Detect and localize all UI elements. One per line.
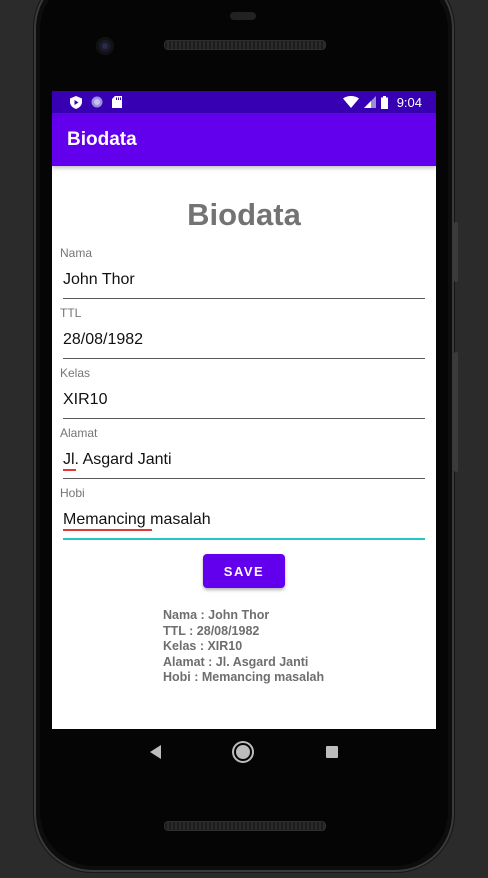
hobi-field: Hobi bbox=[60, 486, 428, 546]
output-hobi: Hobi : Memancing masalah bbox=[163, 670, 325, 684]
nav-bar bbox=[52, 729, 436, 775]
ttl-field: TTL bbox=[60, 306, 428, 366]
alamat-field: Alamat bbox=[60, 426, 428, 486]
shield-play-icon bbox=[70, 95, 82, 109]
app-bar: Biodata bbox=[52, 113, 436, 166]
volume-button bbox=[454, 222, 458, 282]
recents-icon[interactable] bbox=[326, 746, 339, 758]
page-title: Biodata bbox=[187, 197, 301, 232]
kelas-field: Kelas bbox=[60, 366, 428, 426]
output-alamat: Alamat : Jl. Asgard Janti bbox=[163, 654, 309, 669]
app-screen: 9:04 Biodata Biodata Nama TTL Kelas Alam… bbox=[52, 91, 436, 729]
signal-icon bbox=[363, 96, 376, 108]
spellcheck-underline bbox=[63, 529, 152, 531]
circle-icon bbox=[91, 96, 103, 108]
wifi-icon bbox=[342, 96, 359, 108]
alamat-input[interactable] bbox=[63, 444, 425, 479]
alamat-label: Alamat bbox=[60, 426, 98, 440]
power-button bbox=[454, 352, 458, 472]
home-icon[interactable] bbox=[236, 745, 251, 759]
bottom-speaker bbox=[164, 821, 326, 831]
nama-input[interactable] bbox=[63, 264, 425, 299]
battery-icon bbox=[380, 95, 388, 109]
save-button[interactable]: SAVE bbox=[203, 554, 285, 588]
nama-field: Nama bbox=[60, 246, 428, 306]
form-content: Biodata Nama TTL Kelas Alamat Hobi SAVE … bbox=[52, 195, 436, 686]
front-camera bbox=[96, 37, 114, 55]
kelas-input[interactable] bbox=[63, 384, 425, 419]
earpiece bbox=[230, 12, 256, 20]
output-ttl: TTL : 28/08/1982 bbox=[163, 623, 260, 638]
hobi-label: Hobi bbox=[60, 486, 85, 500]
output-kelas: Kelas : XIR10 bbox=[163, 639, 243, 653]
hobi-input[interactable] bbox=[63, 504, 425, 540]
status-bar: 9:04 bbox=[52, 91, 436, 113]
back-icon[interactable] bbox=[149, 745, 161, 759]
nama-label: Nama bbox=[60, 246, 93, 260]
ttl-label: TTL bbox=[60, 306, 82, 320]
output-nama: Nama : John Thor bbox=[163, 608, 270, 622]
ttl-input[interactable] bbox=[63, 324, 425, 359]
kelas-label: Kelas bbox=[60, 366, 91, 380]
app-bar-title: Biodata bbox=[67, 128, 137, 150]
top-speaker bbox=[164, 40, 326, 50]
spellcheck-underline bbox=[63, 469, 76, 471]
output-summary: Nama : John Thor TTL : 28/08/1982 Kelas … bbox=[163, 608, 428, 686]
sd-card-icon bbox=[112, 96, 122, 108]
status-time: 9:04 bbox=[396, 94, 422, 110]
